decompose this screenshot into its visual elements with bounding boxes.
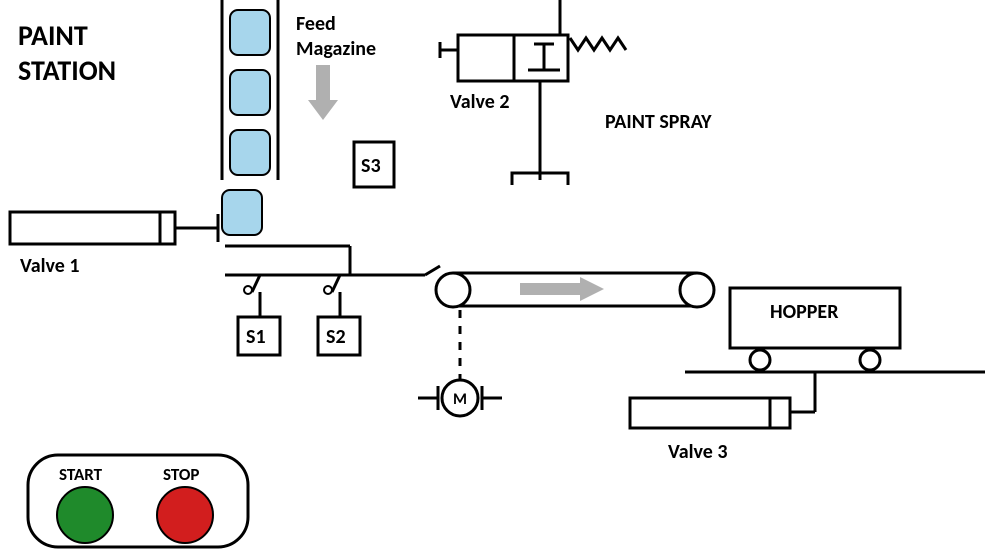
down-arrow-icon [308, 65, 338, 120]
start-button[interactable] [57, 487, 113, 543]
stop-label: STOP [163, 464, 199, 485]
part-icon [230, 10, 270, 55]
feed-magazine [222, 0, 278, 235]
valve3-label: Valve 3 [668, 440, 728, 464]
valve1-label: Valve 1 [20, 254, 80, 278]
right-arrow-icon [520, 277, 604, 301]
part-icon [222, 190, 262, 235]
hopper-label: HOPPER [770, 300, 839, 324]
start-label: START [59, 464, 103, 485]
paint-spray-label: PAINT SPRAY [605, 110, 712, 134]
part-icon [230, 70, 270, 115]
valve1-cylinder [10, 212, 218, 244]
valve2-label: Valve 2 [450, 90, 510, 114]
title-line2: STATION [18, 53, 116, 88]
feed-label-line1: Feed [296, 12, 336, 36]
title-line1: PAINT [18, 18, 88, 53]
s1-label: S1 [246, 325, 266, 349]
part-icon [230, 130, 270, 175]
valve3-cylinder [630, 372, 815, 428]
s2-label: S2 [326, 325, 346, 349]
stop-button[interactable] [157, 487, 213, 543]
feed-label-line2: Magazine [296, 37, 376, 61]
platform-lines [225, 246, 440, 275]
motor-label: M [453, 390, 467, 409]
s3-label: S3 [361, 154, 381, 178]
